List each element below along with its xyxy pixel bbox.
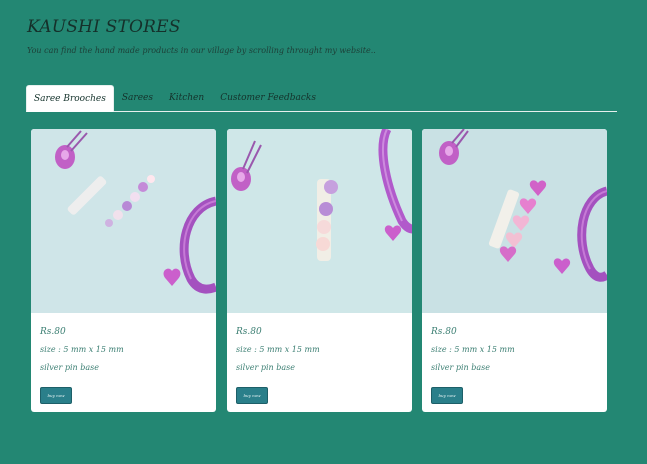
product-details: Rs.80 size : 5 mm x 15 mm silver pin bas… (40, 325, 124, 375)
site-title: KAUSHI STORES (27, 17, 181, 37)
buy-now-button[interactable]: buy now (431, 387, 463, 404)
product-card: Rs.80 size : 5 mm x 15 mm silver pin bas… (227, 129, 412, 412)
product-card: Rs.80 size : 5 mm x 15 mm silver pin bas… (31, 129, 216, 412)
tab-saree-brooches[interactable]: Saree Brooches (26, 85, 114, 112)
product-base: silver pin base (40, 363, 99, 372)
brooch-photo (422, 129, 607, 313)
product-price: Rs.80 (40, 327, 66, 337)
buy-now-button[interactable]: buy now (40, 387, 72, 404)
product-details: Rs.80 size : 5 mm x 15 mm silver pin bas… (236, 325, 320, 375)
buy-now-button[interactable]: buy now (236, 387, 268, 404)
product-base: silver pin base (431, 363, 490, 372)
brooch-photo (31, 129, 216, 313)
header: KAUSHI STORES You can find the hand made… (27, 14, 617, 57)
product-details: Rs.80 size : 5 mm x 15 mm silver pin bas… (431, 325, 515, 375)
tab-sarees[interactable]: Sarees (114, 85, 161, 110)
product-size: size : 5 mm x 15 mm (431, 345, 515, 354)
product-base: silver pin base (236, 363, 295, 372)
site-subtitle: You can find the hand made products in o… (27, 46, 376, 55)
tab-customer-feedbacks[interactable]: Customer Feedbacks (212, 85, 324, 110)
brooch-photo (227, 129, 412, 313)
product-price: Rs.80 (236, 327, 262, 337)
product-size: size : 5 mm x 15 mm (236, 345, 320, 354)
product-price: Rs.80 (431, 327, 457, 337)
category-tabs: Saree Brooches Sarees Kitchen Customer F… (26, 85, 617, 112)
product-card: Rs.80 size : 5 mm x 15 mm silver pin bas… (422, 129, 607, 412)
tab-kitchen[interactable]: Kitchen (161, 85, 212, 110)
product-size: size : 5 mm x 15 mm (40, 345, 124, 354)
